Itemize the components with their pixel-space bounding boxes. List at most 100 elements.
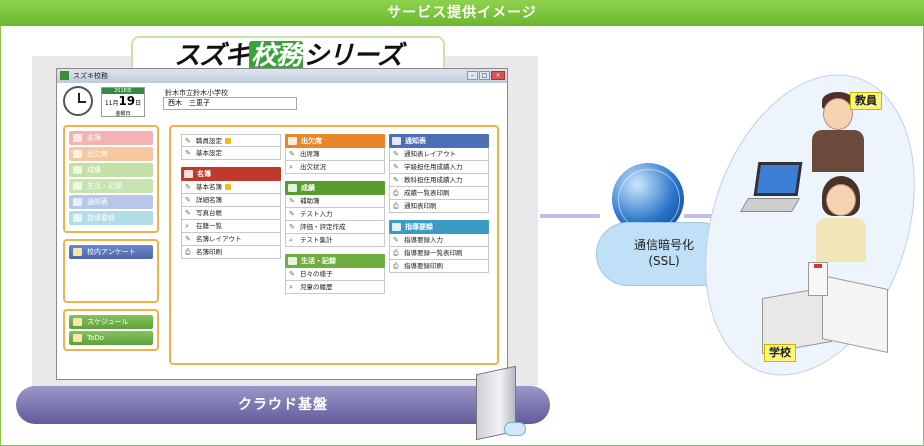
menu-item-icon: ✎ <box>185 196 191 204</box>
menu-item[interactable]: ⎙ 指導要録一覧表印刷 <box>389 247 489 260</box>
sidebar-item-guidance-record[interactable]: 指導要録 <box>69 211 153 225</box>
lock-icon <box>225 184 231 190</box>
app-window: スズキ校務 – □ × 2018年 11月19日 金曜日 鈴木市立鈴木小学校 西… <box>56 68 508 380</box>
logo-text-post: シリーズ <box>303 41 403 71</box>
app-icon <box>60 71 69 80</box>
menu-item-label: 成績一覧表印刷 <box>404 189 450 197</box>
menu-group-header[interactable]: 名簿 <box>181 167 281 181</box>
menu-group-header[interactable]: 指導要録 <box>389 220 489 234</box>
menu-item-label: 日々の様子 <box>300 270 333 278</box>
sidebar-item-attendance[interactable]: 出欠席 <box>69 147 153 161</box>
menu-item-icon: ⌕ <box>289 236 293 244</box>
sidebar-item-report-card[interactable]: 通知表 <box>69 195 153 209</box>
school-label: 学校 <box>764 344 796 362</box>
menu-column-3: 通知表 ✎ 通知表レイアウト ✎ 学級担任用成績入力 ✎ 教科担任用成績入力 ⎙ 成績一覧表印刷… <box>389 127 489 273</box>
teacher-label: 教員 <box>850 92 882 110</box>
logo-text-mid: 校務 <box>249 41 304 71</box>
menu-item[interactable]: ✎ 教科担任用成績入力 <box>389 174 489 187</box>
menu-item[interactable]: ⎙ 成績一覧表印刷 <box>389 187 489 200</box>
menu-item-label: 名簿レイアウト <box>196 235 242 243</box>
logo-text-pre: スズキ <box>174 41 250 71</box>
menu-item-label: 指導要録入力 <box>404 236 443 244</box>
menu-item[interactable]: ⎙ 通知表印刷 <box>389 200 489 213</box>
menu-item-label: 基本設定 <box>196 149 222 157</box>
menu-item[interactable]: ⎙ 指導要録印刷 <box>389 260 489 273</box>
menu-item-icon: ✎ <box>393 176 399 184</box>
calendar-day: 19 <box>118 94 136 108</box>
menu-item-icon: ✎ <box>289 270 295 278</box>
menu-column-1: ✎ 職員設定 ✎ 基本設定名簿 ✎ 基本名簿 ✎ 詳細名簿 ✎ 写真台帳 ⌕ 在籍一覧 ✎ 名簿レイアウト… <box>181 127 281 259</box>
menu-item[interactable]: ⌕ 出欠状況 <box>285 161 385 174</box>
menu-item[interactable]: ✎ 指導要録入力 <box>389 234 489 247</box>
menu-item[interactable]: ✎ 名簿レイアウト <box>181 233 281 246</box>
menu-group-header[interactable]: 通知表 <box>389 134 489 148</box>
menu-item-label: 教科担任用成績入力 <box>404 176 463 184</box>
menu-item-icon: ✎ <box>289 210 295 218</box>
menu-item[interactable]: ⌕ テスト集計 <box>285 234 385 247</box>
menu-item-label: テスト入力 <box>300 210 333 218</box>
menu-item-icon: ✎ <box>185 137 191 145</box>
menu-group: 指導要録 ✎ 指導要録入力 ⎙ 指導要録一覧表印刷 ⎙ 指導要録印刷 <box>389 220 489 273</box>
menu-item[interactable]: ✎ 通知表レイアウト <box>389 148 489 161</box>
date-calendar: 2018年 11月19日 金曜日 <box>101 87 145 117</box>
menu-item-icon: ✎ <box>393 163 399 171</box>
menu-item[interactable]: ✎ 補助簿 <box>285 195 385 208</box>
menu-group-header[interactable]: 成績 <box>285 181 385 195</box>
menu-item-icon: ⎙ <box>393 202 399 210</box>
sidebar-item-meibo[interactable]: 名簿 <box>69 131 153 145</box>
window-title: スズキ校務 <box>73 72 108 80</box>
sidebar-item-grades[interactable]: 成績 <box>69 163 153 177</box>
minimize-icon[interactable]: – <box>467 71 478 80</box>
maximize-icon[interactable]: □ <box>479 71 490 80</box>
menu-item[interactable]: ✎ 基本設定 <box>181 147 281 160</box>
schedule-panel: スケジュール ToDo <box>63 309 159 351</box>
menu-item-icon: ⎙ <box>393 189 399 197</box>
menu-item-icon: ✎ <box>289 223 295 231</box>
menu-item-label: 指導要録印刷 <box>404 262 443 270</box>
window-titlebar: スズキ校務 – □ × <box>57 69 507 83</box>
menu-item-icon: ⌕ <box>289 283 293 291</box>
menu-item-icon: ⎙ <box>185 248 191 256</box>
menu-item-icon: ✎ <box>185 235 191 243</box>
menu-group-header[interactable]: 生活・記録 <box>285 254 385 268</box>
sidebar-item-life-record[interactable]: 生活・記録 <box>69 179 153 193</box>
todo-button[interactable]: ToDo <box>69 331 153 345</box>
menu-item[interactable]: ✎ 評価・評定作成 <box>285 221 385 234</box>
menu-item[interactable]: ⌕ 在籍一覧 <box>181 220 281 233</box>
menu-item[interactable]: ✎ 写真台帳 <box>181 207 281 220</box>
menu-item[interactable]: ⌕ 児童の履歴 <box>285 281 385 294</box>
menu-group: 成績 ✎ 補助簿 ✎ テスト入力 ✎ 評価・評定作成 ⌕ テスト集計 <box>285 181 385 247</box>
menu-item-icon: ✎ <box>393 150 399 158</box>
survey-panel: 校内アンケート <box>63 239 159 303</box>
menu-item-label: 通知表レイアウト <box>404 150 456 158</box>
calendar-day-suffix: 日 <box>135 100 142 107</box>
menu-item[interactable]: ✎ 学級担任用成績入力 <box>389 161 489 174</box>
menu-item[interactable]: ✎ 職員設定 <box>181 134 281 147</box>
schedule-button[interactable]: スケジュール <box>69 315 153 329</box>
menu-item[interactable]: ⎙ 名簿印刷 <box>181 246 281 259</box>
menu-group: 出欠席 ✎ 出席簿 ⌕ 出欠状況 <box>285 134 385 174</box>
menu-item-icon: ✎ <box>185 209 191 217</box>
menu-group: 名簿 ✎ 基本名簿 ✎ 詳細名簿 ✎ 写真台帳 ⌕ 在籍一覧 ✎ 名簿レイアウト ⎙ 名簿印刷 <box>181 167 281 259</box>
menu-item[interactable]: ✎ テスト入力 <box>285 208 385 221</box>
menu-item-label: 職員設定 <box>196 137 222 145</box>
menu-item-label: 詳細名簿 <box>196 196 222 204</box>
menu-group: 通知表 ✎ 通知表レイアウト ✎ 学級担任用成績入力 ✎ 教科担任用成績入力 ⎙ 成績一覧表印刷… <box>389 134 489 213</box>
close-icon[interactable]: × <box>491 71 505 80</box>
menu-item[interactable]: ✎ 詳細名簿 <box>181 194 281 207</box>
menu-item-icon: ⌕ <box>185 222 189 230</box>
menu-item-label: 写真台帳 <box>196 209 222 217</box>
menu-item-label: 在籍一覧 <box>196 222 222 230</box>
menu-group: 生活・記録 ✎ 日々の様子 ⌕ 児童の履歴 <box>285 254 385 294</box>
menu-item[interactable]: ✎ 日々の様子 <box>285 268 385 281</box>
menu-item-label: 補助簿 <box>300 197 320 205</box>
menu-item-label: 名簿印刷 <box>196 248 222 256</box>
survey-button[interactable]: 校内アンケート <box>69 245 153 259</box>
menu-item[interactable]: ✎ 基本名簿 <box>181 181 281 194</box>
menu-group-header[interactable]: 出欠席 <box>285 134 385 148</box>
menu-item[interactable]: ✎ 出席簿 <box>285 148 385 161</box>
calendar-weekday: 金曜日 <box>115 111 131 117</box>
menu-item-icon: ✎ <box>289 197 295 205</box>
lock-icon <box>225 138 231 144</box>
app-header: 2018年 11月19日 金曜日 鈴木市立鈴木小学校 西木 三恵子 <box>57 83 507 119</box>
